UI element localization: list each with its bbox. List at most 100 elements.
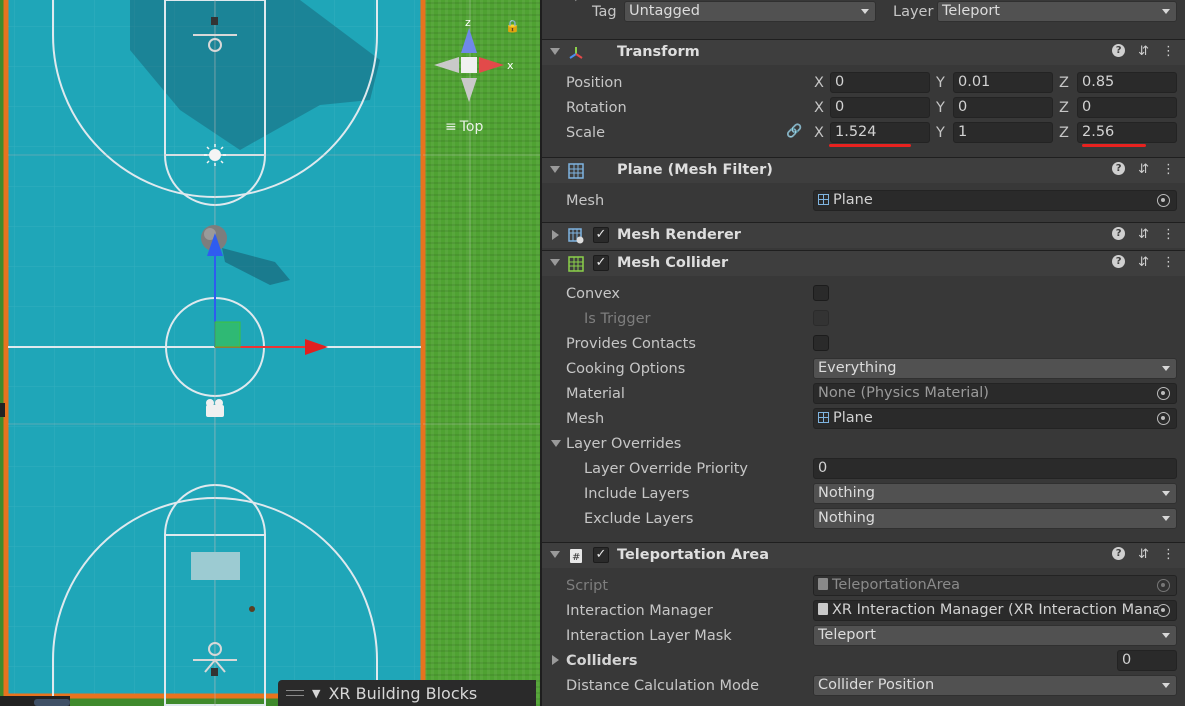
foldout-arrow-icon[interactable] [552, 655, 559, 665]
axis-x-label[interactable]: X [814, 125, 824, 141]
help-icon[interactable]: ? [1112, 162, 1126, 175]
mesh-collider-header[interactable]: ✓ Mesh Collider ? ⇵ ⋮ [542, 250, 1185, 276]
component-header-icons: ? ⇵ ⋮ [1112, 227, 1175, 242]
layer-overrides-row[interactable]: Layer Overrides [542, 431, 1185, 456]
foldout-arrow-icon[interactable] [550, 48, 560, 55]
component-header-icons: ? ⇵ ⋮ [1112, 44, 1175, 59]
help-icon[interactable]: ? [1112, 44, 1126, 57]
drag-handle-icon[interactable] [286, 690, 304, 696]
mesh-filter-header[interactable]: Plane (Mesh Filter) ? ⇵ ⋮ [542, 157, 1185, 183]
mesh-collider-enabled-checkbox[interactable]: ✓ [593, 255, 609, 271]
transform-header[interactable]: Transform ? ⇵ ⋮ [542, 39, 1185, 65]
script-object-field: TeleportationArea [813, 575, 1177, 596]
rotation-z-field[interactable]: 0 [1077, 97, 1177, 118]
more-options-icon[interactable]: ⋮ [1162, 227, 1175, 242]
presets-icon[interactable]: ⇵ [1138, 547, 1149, 562]
script-file-icon [818, 578, 828, 590]
material-object-field[interactable]: None (Physics Material) [813, 383, 1177, 404]
object-picker-icon[interactable] [1157, 412, 1170, 425]
rotation-y-field[interactable]: 0 [953, 97, 1053, 118]
axis-z-label[interactable]: Z [1059, 125, 1069, 141]
mesh-renderer-header[interactable]: ✓ Mesh Renderer ? ⇵ ⋮ [542, 222, 1185, 248]
axis-x-label[interactable]: X [814, 75, 824, 91]
object-picker-icon[interactable] [1157, 604, 1170, 617]
mesh-icon [818, 412, 829, 423]
scale-x-field[interactable]: 1.524 [830, 122, 930, 143]
position-label: Position [566, 74, 623, 91]
mesh-icon [818, 194, 829, 205]
position-y-field[interactable]: 0.01 [953, 72, 1053, 93]
axis-x-label[interactable]: X [814, 100, 824, 116]
position-x-field[interactable]: 0 [830, 72, 930, 93]
unlinked-scale-icon[interactable]: 🔗 [786, 124, 802, 139]
cooking-options-dropdown[interactable]: Everything [813, 358, 1177, 379]
more-options-icon[interactable]: ⋮ [1162, 255, 1175, 270]
dropdown-arrow-icon [1162, 366, 1170, 371]
mesh-label: Mesh [566, 192, 605, 209]
foldout-arrow-icon[interactable] [550, 166, 560, 173]
scale-y-field[interactable]: 1 [953, 122, 1053, 143]
scale-z-field[interactable]: 2.56 [1077, 122, 1177, 143]
presets-icon[interactable]: ⇵ [1138, 255, 1149, 270]
interaction-manager-row: Interaction Manager XR Interaction Manag… [542, 598, 1185, 623]
axis-y-label[interactable]: Y [936, 100, 945, 116]
convex-row: Convex [542, 281, 1185, 306]
layer-dropdown[interactable]: Teleport [937, 1, 1177, 22]
axis-z-label[interactable]: Z [1059, 75, 1069, 91]
colliders-count-field[interactable]: 0 [1117, 650, 1177, 671]
foldout-arrow-icon[interactable] [550, 259, 560, 266]
tag-value: Untagged [629, 3, 700, 19]
component-title: Plane (Mesh Filter) [617, 162, 773, 178]
foldout-arrow-icon[interactable] [550, 551, 560, 558]
scene-view[interactable]: z x 🔒 ≡ Top ▼ XR Building Blocks [0, 0, 540, 706]
teleportation-area-enabled-checkbox[interactable]: ✓ [593, 547, 609, 563]
axis-y-label[interactable]: Y [936, 125, 945, 141]
menu-lines-icon: ≡ [445, 119, 457, 135]
presets-icon[interactable]: ⇵ [1138, 44, 1149, 59]
rotation-x-field[interactable]: 0 [830, 97, 930, 118]
provides-contacts-checkbox[interactable] [813, 335, 829, 351]
more-options-icon[interactable]: ⋮ [1162, 547, 1175, 562]
help-icon[interactable]: ? [1112, 255, 1126, 268]
scene-tool-button[interactable] [34, 699, 70, 706]
tag-dropdown[interactable]: Untagged [624, 1, 876, 22]
layer-overrides-label[interactable]: Layer Overrides [566, 436, 681, 452]
lock-icon[interactable]: 🔒 [505, 19, 520, 33]
convex-checkbox[interactable] [813, 285, 829, 301]
more-options-icon[interactable]: ⋮ [1162, 44, 1175, 59]
mesh-value: Plane [833, 410, 873, 426]
presets-icon[interactable]: ⇵ [1138, 162, 1149, 177]
interaction-manager-object-field[interactable]: XR Interaction Manager (XR Interaction M… [813, 600, 1177, 621]
include-layers-dropdown[interactable]: Nothing [813, 483, 1177, 504]
more-options-icon[interactable]: ⋮ [1162, 162, 1175, 177]
position-z-field[interactable]: 0.85 [1077, 72, 1177, 93]
component-title: Mesh Collider [617, 255, 729, 271]
exclude-layers-dropdown[interactable]: Nothing [813, 508, 1177, 529]
provides-contacts-row: Provides Contacts [542, 331, 1185, 356]
tag-layer-row: ▼ Tag Untagged Layer Teleport [542, 0, 1185, 24]
colliders-row[interactable]: Colliders 0 [542, 648, 1185, 673]
interaction-layer-mask-value: Teleport [818, 627, 876, 643]
xr-building-blocks-tab[interactable]: ▼ XR Building Blocks [278, 680, 536, 706]
scale-row: Scale 🔗 X 1.524 Y 1 Z 2.56 [542, 120, 1185, 145]
scale-z-highlight [1082, 144, 1146, 147]
layer-override-priority-field[interactable]: 0 [813, 458, 1177, 479]
axis-z-label[interactable]: Z [1059, 100, 1069, 116]
mesh-collider-icon [568, 256, 584, 272]
mesh-object-field[interactable]: Plane [813, 190, 1177, 211]
interaction-layer-mask-dropdown[interactable]: Teleport [813, 625, 1177, 646]
foldout-arrow-icon[interactable] [552, 230, 559, 240]
mesh-renderer-enabled-checkbox[interactable]: ✓ [593, 227, 609, 243]
presets-icon[interactable]: ⇵ [1138, 227, 1149, 242]
help-icon[interactable]: ? [1112, 227, 1126, 240]
help-icon[interactable]: ? [1112, 547, 1126, 560]
object-picker-icon[interactable] [1157, 194, 1170, 207]
object-picker-icon[interactable] [1157, 387, 1170, 400]
collider-mesh-object-field[interactable]: Plane [813, 408, 1177, 429]
teleportation-area-header[interactable]: # ✓ Teleportation Area ? ⇵ ⋮ [542, 542, 1185, 568]
foldout-arrow-icon[interactable] [551, 440, 561, 447]
axis-y-label[interactable]: Y [936, 75, 945, 91]
distance-calculation-dropdown[interactable]: Collider Position [813, 675, 1177, 696]
view-orientation-label[interactable]: ≡ Top [445, 119, 483, 135]
colliders-label[interactable]: Colliders [566, 653, 638, 669]
